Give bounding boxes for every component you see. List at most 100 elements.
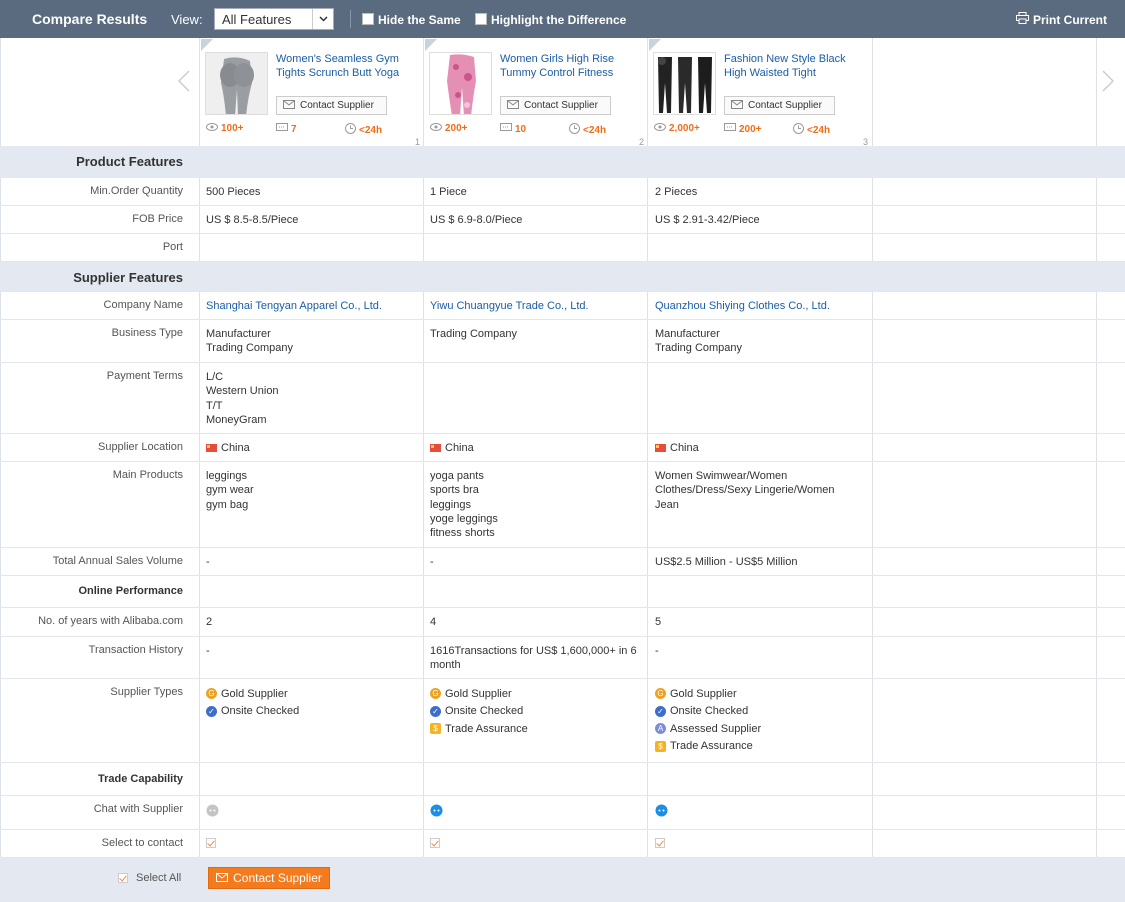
- cell-value: leggings gym wear gym bag: [206, 470, 254, 511]
- select-contact-checkbox[interactable]: [430, 838, 645, 852]
- row-annual-sales: Total Annual Sales Volume - - US$2.5 Mil…: [0, 548, 1125, 576]
- cell-value: L/C Western Union T/T MoneyGram: [206, 371, 279, 426]
- chat-icon: [724, 123, 736, 136]
- highlight-difference-checkbox[interactable]: [475, 13, 487, 25]
- row-supplier-types: Supplier Types G Gold Supplier ✓ Onsite Ch…: [0, 679, 1125, 763]
- hide-same-checkbox[interactable]: [362, 13, 374, 25]
- row-fob-price: FOB Price US $ 8.5-8.5/Piece US $ 6.9-8.…: [0, 206, 1125, 234]
- highlight-difference-label: Highlight the Difference: [491, 13, 627, 27]
- eye-icon: [654, 123, 666, 134]
- row-trade-capability: Trade Capability: [0, 763, 1125, 796]
- company-link[interactable]: Quanzhou Shiying Clothes Co., Ltd.: [655, 299, 870, 313]
- view-select-value: All Features: [222, 12, 292, 27]
- contact-supplier-label: Contact Supplier: [748, 100, 822, 111]
- product-title-link[interactable]: Women Girls High Rise Tummy Control Fitn…: [500, 52, 640, 80]
- chat-online-icon[interactable]: [430, 804, 645, 821]
- contact-supplier-button[interactable]: Contact Supplier: [276, 96, 387, 115]
- product-card: Fashion New Style Black High Waisted Tig…: [648, 38, 872, 147]
- cell-value: 2: [206, 616, 213, 628]
- printer-icon: [1015, 12, 1029, 27]
- company-link[interactable]: Shanghai Tengyan Apparel Co., Ltd.: [206, 299, 421, 313]
- messages-count: 200+: [739, 124, 762, 135]
- response-time: <24h: [583, 124, 607, 136]
- chat-online-icon[interactable]: [655, 804, 870, 821]
- row-supplier-location: Supplier Location China China China: [0, 434, 1125, 462]
- clock-icon: [345, 123, 356, 137]
- row-label: Supplier Location: [97, 441, 183, 453]
- china-flag-icon: [430, 444, 441, 452]
- select-contact-checkbox[interactable]: [655, 838, 870, 852]
- response-stat: <24h: [569, 123, 606, 137]
- row-label: Transaction History: [88, 644, 183, 656]
- product-image[interactable]: [205, 52, 268, 115]
- cell-value: US $ 2.91-3.42/Piece: [655, 214, 760, 226]
- chevron-down-icon: [312, 9, 333, 29]
- chat-icon: [500, 123, 512, 136]
- print-current-label: Print Current: [1032, 12, 1107, 27]
- row-label: Main Products: [112, 469, 183, 481]
- row-chat: Chat with Supplier: [0, 796, 1125, 830]
- contact-supplier-button[interactable]: Contact Supplier: [724, 96, 835, 115]
- toolbar-divider: [350, 10, 351, 28]
- cell-value: 4: [430, 616, 437, 628]
- select-all[interactable]: Select All: [118, 872, 181, 884]
- cell-value: G Gold Supplier ✓ Onsite Checked $ Trade As…: [430, 685, 645, 738]
- cell-value: China: [655, 441, 870, 455]
- view-label: View:: [171, 12, 203, 27]
- row-label: Total Annual Sales Volume: [52, 555, 183, 567]
- response-time: <24h: [807, 124, 831, 136]
- onsite-checked-icon: ✓: [206, 705, 217, 717]
- view-select[interactable]: All Features: [214, 8, 334, 30]
- print-current-button[interactable]: Print Current: [1015, 12, 1107, 27]
- row-label: Business Type: [111, 327, 183, 339]
- product-card: Women's Seamless Gym Tights Scrunch Butt…: [200, 38, 424, 147]
- cell-value: G Gold Supplier ✓ Onsite Checked A Assessed…: [655, 685, 870, 755]
- contact-supplier-main-label: Contact Supplier: [233, 871, 322, 885]
- cell-value: US$2.5 Million - US$5 Million: [655, 556, 798, 568]
- views-count: 100+: [221, 123, 244, 134]
- hide-same-label: Hide the Same: [378, 13, 461, 27]
- cell-value: Manufacturer Trading Company: [655, 328, 743, 355]
- contact-supplier-main-button[interactable]: Contact Supplier: [208, 867, 330, 889]
- cell-value: -: [206, 556, 210, 568]
- contact-supplier-button[interactable]: Contact Supplier: [500, 96, 611, 115]
- select-contact-checkbox[interactable]: [206, 838, 421, 852]
- product-title-link[interactable]: Women's Seamless Gym Tights Scrunch Butt…: [276, 52, 416, 80]
- contact-supplier-label: Contact Supplier: [524, 100, 598, 111]
- product-image[interactable]: [653, 52, 716, 115]
- chat-offline-icon[interactable]: [206, 804, 421, 821]
- select-all-checkbox[interactable]: [118, 873, 128, 883]
- gold-supplier-icon: G: [655, 688, 666, 700]
- row-years: No. of years with Alibaba.com 2 4 5: [0, 608, 1125, 637]
- messages-count: 7: [291, 124, 297, 135]
- row-label: Company Name: [103, 299, 183, 311]
- cell-value: 1616Transactions for US$ 1,600,000+ in 6…: [430, 645, 637, 672]
- row-select-contact: Select to contact: [0, 830, 1125, 858]
- product-title-link[interactable]: Fashion New Style Black High Waisted Tig…: [724, 52, 864, 80]
- gold-supplier-icon: G: [430, 688, 441, 700]
- envelope-icon: [283, 99, 295, 112]
- product-image[interactable]: [429, 52, 492, 115]
- messages-stat: 10: [500, 123, 526, 136]
- prev-arrow-icon[interactable]: [177, 70, 190, 98]
- section-header-supplier-features: Supplier Features: [0, 262, 1125, 292]
- next-arrow-icon[interactable]: [1102, 70, 1115, 98]
- row-main-products: Main Products leggings gym wear gym bag yo…: [0, 462, 1125, 548]
- section-header-product-features: Product Features: [0, 146, 1125, 178]
- cell-value: US $ 6.9-8.0/Piece: [430, 214, 523, 226]
- eye-icon: [206, 123, 218, 134]
- views-stat: 2,000+: [654, 123, 700, 134]
- top-bar: Compare Results View: All Features Hide …: [0, 0, 1125, 38]
- views-count: 2,000+: [669, 123, 700, 134]
- row-label: Select to contact: [101, 837, 183, 849]
- cell-value: -: [206, 645, 210, 657]
- onsite-checked-icon: ✓: [430, 705, 441, 717]
- cell-value: 1 Piece: [430, 186, 467, 198]
- footer-bar: Select All Contact Supplier: [0, 858, 1125, 902]
- cell-value: China: [430, 441, 645, 455]
- cell-value: China: [206, 441, 421, 455]
- cell-value: 500 Pieces: [206, 186, 261, 198]
- messages-stat: 7: [276, 123, 297, 136]
- trade-assurance-icon: $: [655, 740, 666, 752]
- company-link[interactable]: Yiwu Chuangyue Trade Co., Ltd.: [430, 299, 645, 313]
